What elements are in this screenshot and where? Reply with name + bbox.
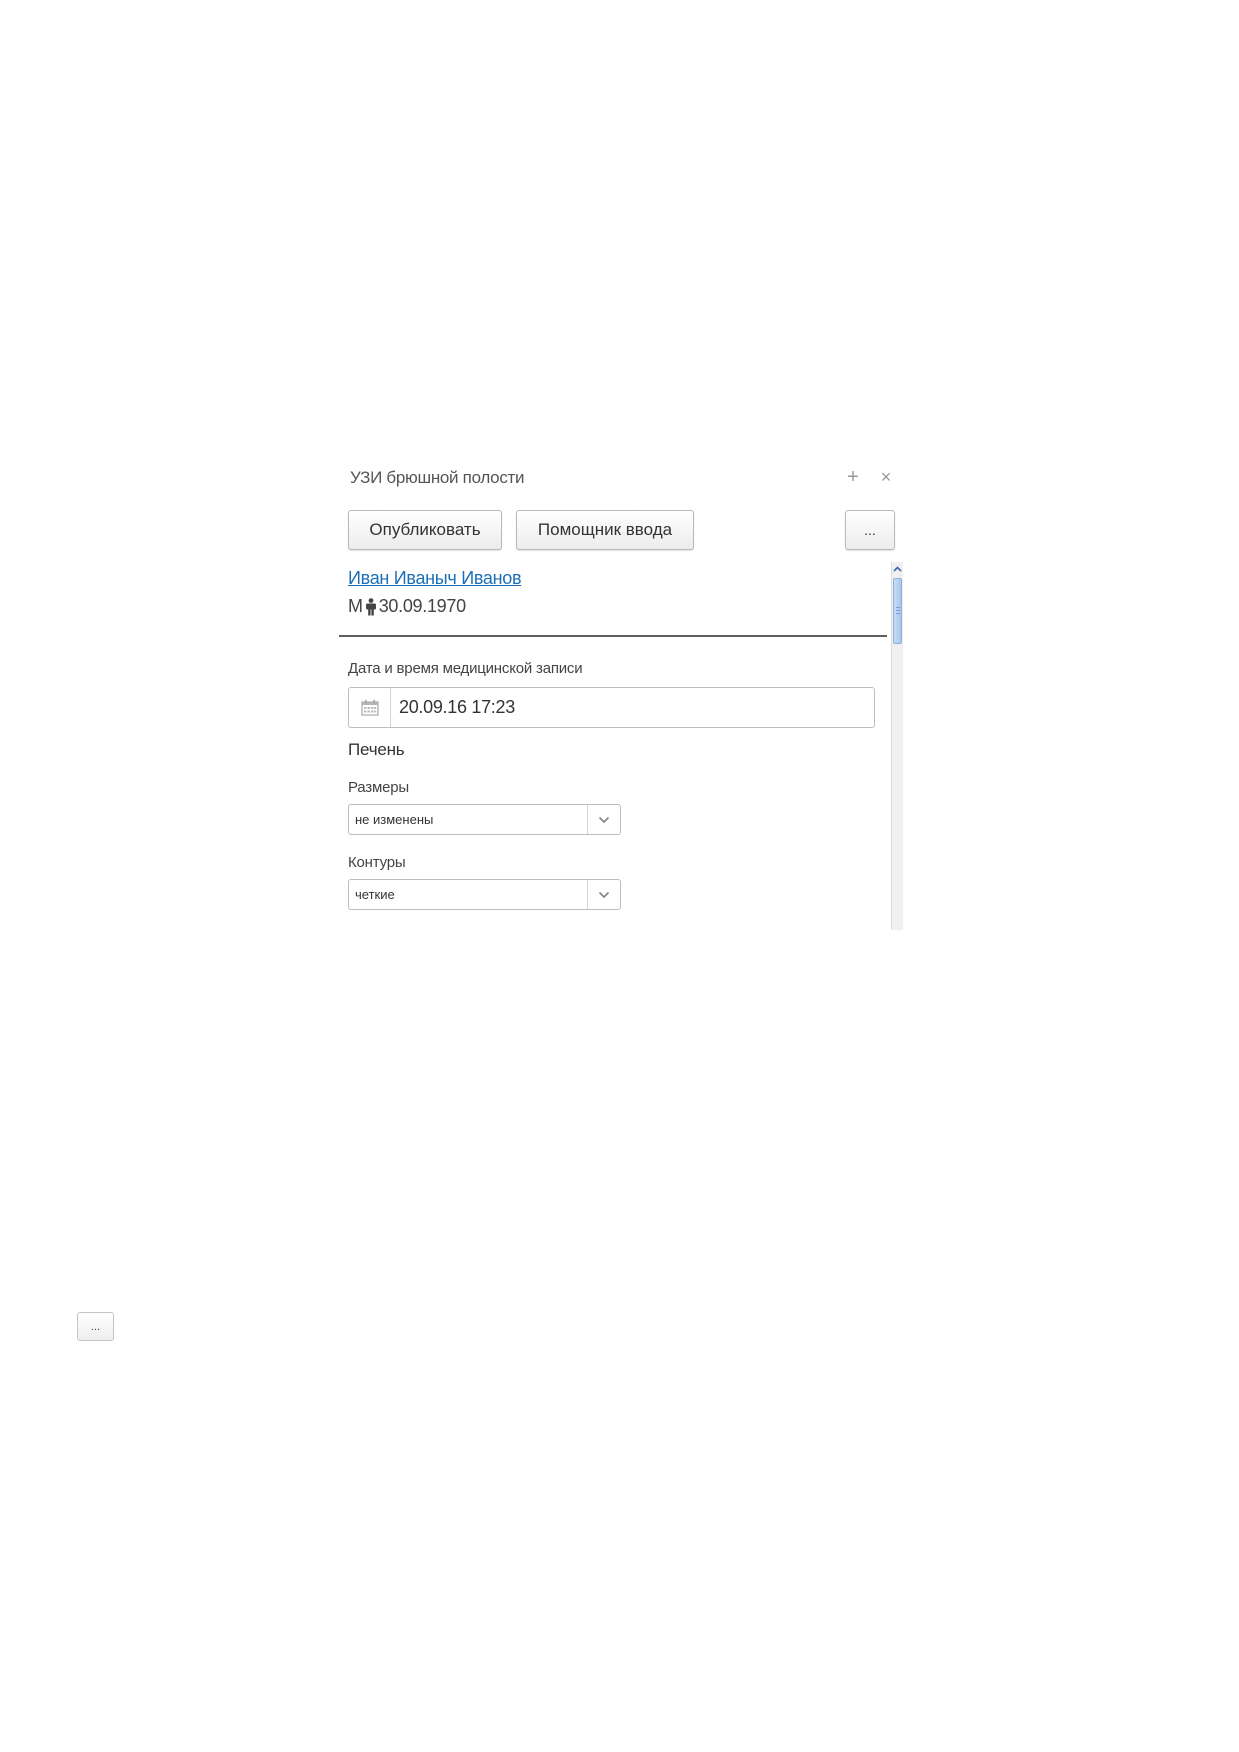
record-datetime-field[interactable]: 20.09.16 17:23	[348, 687, 875, 728]
record-datetime-value: 20.09.16 17:23	[399, 697, 515, 717]
toolbar: Опубликовать Помощник ввода ...	[339, 510, 903, 552]
contours-value: четкие	[355, 887, 395, 902]
title-bar: УЗИ брюшной полости + ×	[339, 458, 903, 498]
publish-button[interactable]: Опубликовать	[348, 510, 502, 550]
section-title-liver: Печень	[348, 740, 405, 759]
chevron-down-icon[interactable]	[587, 805, 620, 834]
scroll-thumb[interactable]	[893, 578, 902, 644]
sizes-select[interactable]: не изменены	[348, 804, 621, 835]
chevron-down-icon[interactable]	[587, 880, 620, 909]
window-title: УЗИ брюшной полости	[350, 468, 525, 487]
sizes-label: Размеры	[348, 779, 409, 796]
record-window: УЗИ брюшной полости + × Опубликовать Пом…	[339, 458, 903, 930]
patient-name-link[interactable]: Иван Иваныч Иванов	[348, 568, 522, 589]
sizes-value: не изменены	[355, 812, 434, 827]
patient-birth-date: 30.09.1970	[378, 596, 466, 616]
vertical-scrollbar[interactable]	[891, 562, 903, 930]
contours-label: Контуры	[348, 854, 406, 871]
thumb-grip	[896, 607, 900, 608]
calendar-icon[interactable]	[349, 688, 391, 727]
plus-icon[interactable]: +	[842, 466, 864, 488]
thumb-grip	[896, 610, 900, 611]
more-actions-button[interactable]: ...	[845, 510, 895, 550]
record-datetime-label: Дата и время медицинской записи	[348, 660, 583, 677]
contours-select[interactable]: четкие	[348, 879, 621, 910]
patient-sex: М	[348, 596, 363, 616]
bottom-more-button[interactable]: ...	[77, 1312, 114, 1341]
close-icon[interactable]: ×	[875, 466, 897, 488]
scroll-up-icon[interactable]	[892, 562, 903, 576]
input-helper-button[interactable]: Помощник ввода	[516, 510, 694, 550]
record-content: Иван Иваныч Иванов М 30.09.1970 Дата и в…	[339, 562, 891, 930]
patient-info: М 30.09.1970	[348, 596, 466, 617]
person-icon	[365, 597, 377, 616]
thumb-grip	[896, 613, 900, 614]
header-divider	[339, 635, 887, 637]
